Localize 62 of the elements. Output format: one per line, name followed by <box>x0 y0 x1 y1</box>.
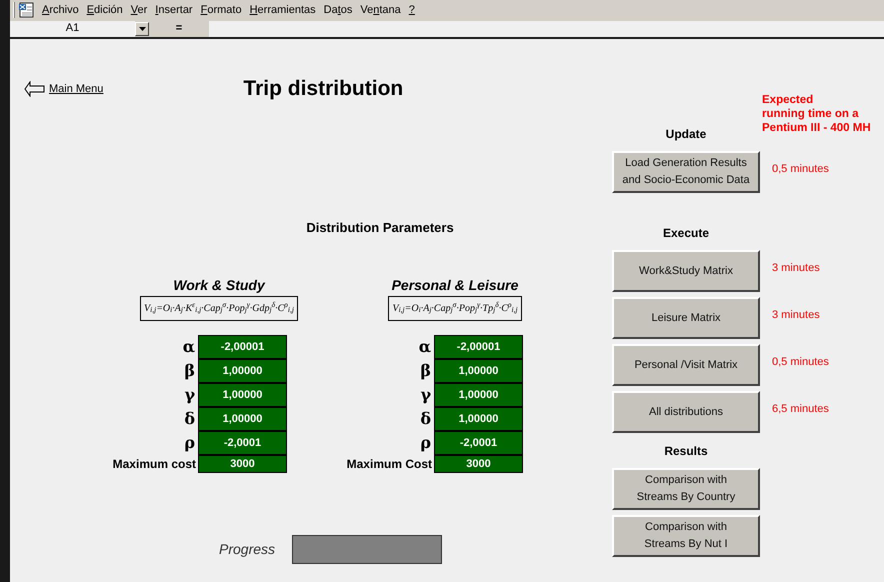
menu-item[interactable]: ? <box>404 2 419 18</box>
menu-item[interactable]: Datos <box>320 2 356 18</box>
parameter-symbol: β <box>420 360 431 382</box>
parameter-value[interactable]: 1,00000 <box>198 383 287 407</box>
parameter-symbol: β <box>184 360 195 382</box>
dropdown-button[interactable] <box>135 22 149 36</box>
main-menu-link[interactable]: Main Menu <box>24 81 104 119</box>
action-button[interactable]: Comparison with Streams By Nut I <box>612 515 760 557</box>
running-time: 6,5 minutes <box>772 402 829 417</box>
menu-item[interactable]: Ver <box>126 2 152 18</box>
caret-icon <box>138 26 146 30</box>
section-heading: Execute <box>662 225 710 242</box>
parameter-symbol: δ <box>420 408 431 430</box>
parameter-value[interactable]: 1,00000 <box>198 407 287 431</box>
back-arrow-icon <box>24 81 46 97</box>
action-button[interactable]: All distributions <box>612 391 760 433</box>
parameter-value[interactable]: -2,0001 <box>434 431 523 455</box>
parameter-symbol: ρ <box>420 432 431 454</box>
running-time: 3 minutes <box>772 308 820 323</box>
menu-item[interactable]: Formato <box>196 2 246 18</box>
parameter-value[interactable]: 3000 <box>434 455 523 473</box>
parameter-symbol: γ <box>184 384 195 406</box>
section-heading: Results <box>664 443 708 460</box>
menu-item[interactable]: Edición <box>82 2 127 18</box>
action-button[interactable]: Work&Study Matrix <box>612 250 760 292</box>
action-button[interactable]: Comparison with Streams By Country <box>612 468 760 510</box>
running-time-note: Expected running time on a Pentium III - 400 MH <box>762 93 871 135</box>
section-title: Distribution Parameters <box>306 218 454 236</box>
menu-item[interactable]: Insertar <box>151 2 197 18</box>
parameter-value[interactable]: 1,00000 <box>434 359 523 383</box>
model-title: Personal & Leisure <box>392 276 518 295</box>
section-heading: Update <box>666 126 706 143</box>
parameter-value[interactable]: 1,00000 <box>434 383 523 407</box>
equals-sign: = <box>176 21 182 36</box>
parameter-value[interactable]: 1,00000 <box>198 359 287 383</box>
parameter-symbol: γ <box>420 384 431 406</box>
page-title: Trip distribution <box>243 76 404 102</box>
action-button[interactable]: Leisure Matrix <box>612 297 760 339</box>
parameter-symbol: δ <box>184 408 195 430</box>
parameter-value[interactable]: 1,00000 <box>434 407 523 431</box>
formula-field[interactable] <box>209 20 884 36</box>
parameter-label: Maximum cost <box>112 456 196 473</box>
parameter-value[interactable]: -2,00001 <box>434 335 523 359</box>
parameter-symbol: α <box>182 336 195 358</box>
menu-item[interactable]: Herramientas <box>246 2 320 18</box>
running-time: 3 minutes <box>772 261 820 276</box>
action-button[interactable]: Personal /Visit Matrix <box>612 344 760 386</box>
parameter-value[interactable]: 3000 <box>198 455 287 473</box>
menu-item[interactable]: Ventana <box>356 2 405 18</box>
running-time: 0,5 minutes <box>772 162 829 177</box>
parameter-symbol: α <box>418 336 431 358</box>
parameter-value[interactable]: -2,0001 <box>198 431 287 455</box>
menu-item[interactable]: Archivo <box>38 2 83 18</box>
parameter-value[interactable]: -2,00001 <box>198 335 287 359</box>
action-button[interactable]: Load Generation Results and Socio-Economic Data <box>612 151 760 193</box>
progress-label: Progress <box>219 540 276 559</box>
model-title: Work & Study <box>173 276 265 295</box>
running-time: 0,5 minutes <box>772 355 829 370</box>
spreadsheet-icon <box>18 2 34 18</box>
name-box[interactable]: A1 <box>10 20 135 36</box>
parameter-label: Maximum Cost <box>346 456 432 473</box>
parameter-symbol: ρ <box>184 432 195 454</box>
